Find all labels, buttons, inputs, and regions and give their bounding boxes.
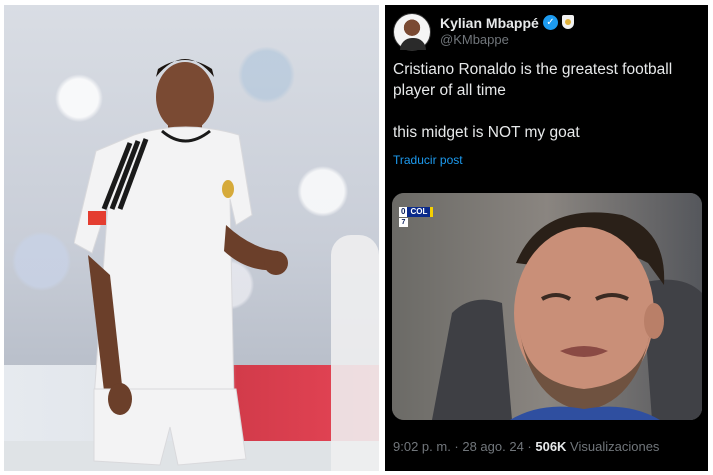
tweet-text: Cristiano Ronaldo is the greatest footba… [393, 61, 673, 141]
tweet-metadata: 9:02 p. m. · 28 ago. 24 · 506K Visualiza… [393, 439, 659, 454]
background-player [331, 235, 379, 471]
verified-check-icon: ✓ [543, 15, 558, 30]
score-team: COL [407, 207, 431, 217]
views-count: 506K [535, 439, 567, 454]
score-bug: 0 COL [399, 207, 434, 217]
player-photo [4, 5, 379, 471]
crying-player-image [392, 193, 702, 420]
timestamp[interactable]: 9:02 p. m. · 28 ago. 24 · [393, 439, 535, 454]
views-label: Visualizaciones [566, 439, 660, 454]
display-name[interactable]: Kylian Mbappé [440, 15, 539, 31]
player-figure [74, 59, 288, 466]
tweet-media-image[interactable]: 0 COL 7 [392, 193, 702, 420]
tweet-card: Kylian Mbappé ✓ @KMbappe Cristiano Ronal… [385, 5, 708, 471]
translate-post-link[interactable]: Traducir post [393, 153, 463, 167]
profile-avatar[interactable] [393, 13, 431, 51]
score-second: 7 [399, 218, 408, 227]
handle[interactable]: @KMbappe [440, 32, 509, 47]
team-flag-icon [430, 207, 434, 217]
club-badge-icon [562, 15, 574, 29]
score-home: 0 [399, 207, 408, 217]
avatar-shoulders [400, 38, 426, 50]
